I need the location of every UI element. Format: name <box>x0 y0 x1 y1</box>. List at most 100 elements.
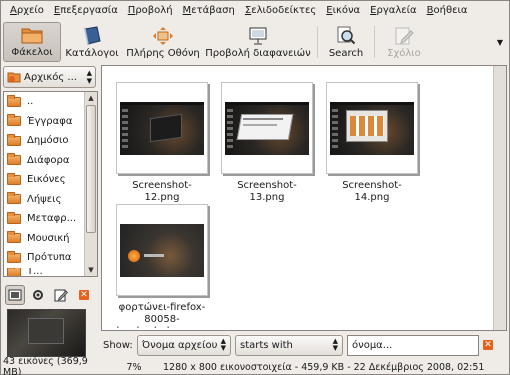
filter-value-input[interactable]: όνομα... <box>347 334 479 356</box>
folder-icon <box>7 94 21 107</box>
edit-icon <box>54 289 68 302</box>
folders-button[interactable]: Φάκελοι <box>3 22 61 62</box>
tab-preview[interactable] <box>5 285 25 305</box>
thumbnail-filename: Screenshot-14.png <box>342 180 402 203</box>
thumbnail-item[interactable]: φορτώνει-firefox-80058-hardy_darkorange <box>116 204 208 328</box>
folder-icon <box>7 153 21 166</box>
menu-go[interactable]: Μετάβαση <box>178 1 240 21</box>
menu-bar: Αρχείο Επεξεργασία Προβολή Μετάβαση Σελι… <box>1 1 509 21</box>
folder-item[interactable]: Δημόσιο <box>4 131 85 151</box>
thumbnail-scrollbar[interactable] <box>493 66 506 330</box>
tab-comment[interactable] <box>51 285 71 305</box>
search-label: Search <box>328 48 364 59</box>
folder-name: Μεταφρ... <box>27 213 77 225</box>
thumbnail-filename: Screenshot-13.png <box>237 180 297 203</box>
screenshot-thumbnail <box>225 101 309 155</box>
folder-name: .. <box>27 96 34 108</box>
menu-file[interactable]: Αρχείο <box>5 1 49 21</box>
folder-name: Τ... <box>27 267 43 276</box>
image-preview <box>7 309 86 357</box>
catalogs-label: Κατάλογοι <box>65 48 119 59</box>
menu-view[interactable]: Προβολή <box>123 1 178 21</box>
folder-icon <box>7 267 21 276</box>
folder-item[interactable]: Πρότυπα <box>4 248 85 268</box>
toolbar-overflow-arrow[interactable]: ▼ <box>493 22 507 62</box>
folder-icon <box>7 192 21 205</box>
thumbnail-filename: Screenshot-12.png <box>132 180 192 203</box>
image-preview-icon <box>8 289 22 301</box>
projector-screen-icon <box>247 26 269 46</box>
clear-filter-button[interactable]: ✕ <box>483 340 493 350</box>
scrollbar-thumb[interactable] <box>86 105 96 233</box>
folder-item[interactable]: Λήψεις <box>4 190 85 210</box>
thumbnail-frame <box>116 204 208 296</box>
menu-help[interactable]: Βοήθεια <box>422 1 473 21</box>
show-label: Show: <box>103 339 133 351</box>
filter-operator-select[interactable]: starts with ▲ ▼ <box>235 334 343 356</box>
folder-item[interactable]: Έγγραφα <box>4 112 85 132</box>
status-bar: 43 εικόνες (369,9 MB) 7% 1280 x 800 εικο… <box>1 356 509 375</box>
slideshow-label: Προβολή διαφανειών <box>205 48 311 59</box>
pencil-icon <box>393 26 415 46</box>
folder-tree-scrollbar[interactable]: ▲ ▼ <box>84 92 97 276</box>
folder-item[interactable]: Εικόνες <box>4 170 85 190</box>
folder-item[interactable]: Τ... <box>4 267 85 276</box>
combo-arrows-icon: ▲ ▼ <box>332 336 338 352</box>
slideshow-button[interactable]: Προβολή διαφανειών <box>203 22 313 62</box>
thumbnail-frame <box>221 82 313 174</box>
folder-item[interactable]: Διάφορα <box>4 151 85 171</box>
folder-icon <box>7 231 21 244</box>
folder-name: Έγγραφα <box>27 115 73 127</box>
thumbnail-item[interactable]: Screenshot-14.png <box>326 82 418 204</box>
close-sidebar-button[interactable]: ✕ <box>74 285 94 305</box>
folder-name: Δημόσιο <box>27 135 69 147</box>
thumbnail-item[interactable]: Screenshot-12.png <box>116 82 208 204</box>
folder-name: Μουσική <box>27 232 70 244</box>
folder-tree: .. Έγγραφα Δημόσιο Διάφορα Εικόνες Λήψει… <box>3 91 98 277</box>
filter-field-select[interactable]: Όνομα αρχείου ▲ ▼ <box>137 334 231 356</box>
menu-bookmarks[interactable]: Σελιδοδείκτες <box>240 1 321 21</box>
catalogs-button[interactable]: Κατάλογοι <box>61 22 123 62</box>
folder-icon <box>7 172 21 185</box>
filter-field-value: Όνομα αρχείου <box>142 339 218 351</box>
sidebar-tabs: ✕ <box>3 284 98 306</box>
scroll-up-arrow[interactable]: ▲ <box>85 92 97 104</box>
thumbnail-browser: Screenshot-12.png Screenshot-13.png Scre… <box>101 65 507 331</box>
search-icon <box>335 26 357 46</box>
scroll-down-arrow[interactable]: ▼ <box>85 264 97 276</box>
fullscreen-icon <box>152 26 174 46</box>
folder-icon <box>7 114 21 127</box>
filter-value-text: όνομα... <box>352 339 393 351</box>
thumbnail-frame <box>116 82 208 174</box>
comment-label: Σχόλιο <box>387 48 421 59</box>
image-count: 43 εικόνες (369,9 MB) <box>3 356 88 375</box>
location-combo[interactable]: Αρχικός ... ▲ ▼ <box>3 66 96 88</box>
folder-icon <box>7 211 21 224</box>
book-icon <box>81 26 103 46</box>
combo-arrows-icon: ▲ ▼ <box>220 336 226 352</box>
fullscreen-button[interactable]: Πλήρης Οθόνη <box>123 22 203 62</box>
folder-icon <box>7 133 21 146</box>
folder-name: Εικόνες <box>27 174 66 186</box>
folder-item[interactable]: .. <box>4 92 85 112</box>
folder-item[interactable]: Μεταφρ... <box>4 209 85 229</box>
fullscreen-label: Πλήρης Οθόνη <box>126 48 200 59</box>
tab-properties[interactable] <box>28 285 48 305</box>
screenshot-thumbnail <box>120 223 204 277</box>
menu-edit[interactable]: Επεξεργασία <box>49 1 123 21</box>
combo-arrows-icon: ▲ ▼ <box>86 69 92 85</box>
folder-item[interactable]: Μουσική <box>4 229 85 249</box>
filter-operator-value: starts with <box>240 339 293 351</box>
menu-image[interactable]: Εικόνα <box>321 1 365 21</box>
folders-label: Φάκελοι <box>11 47 53 58</box>
menu-tools[interactable]: Εργαλεία <box>365 1 421 21</box>
comment-button[interactable]: Σχόλιο <box>379 22 429 62</box>
home-folder-icon <box>7 71 21 83</box>
folder-name: Λήψεις <box>27 193 62 205</box>
screenshot-thumbnail <box>330 101 414 155</box>
search-button[interactable]: Search <box>322 22 370 62</box>
thumbnail-item[interactable]: Screenshot-13.png <box>221 82 313 204</box>
folder-icon <box>7 250 21 263</box>
screenshot-thumbnail <box>120 101 204 155</box>
toolbar-separator <box>317 26 318 58</box>
